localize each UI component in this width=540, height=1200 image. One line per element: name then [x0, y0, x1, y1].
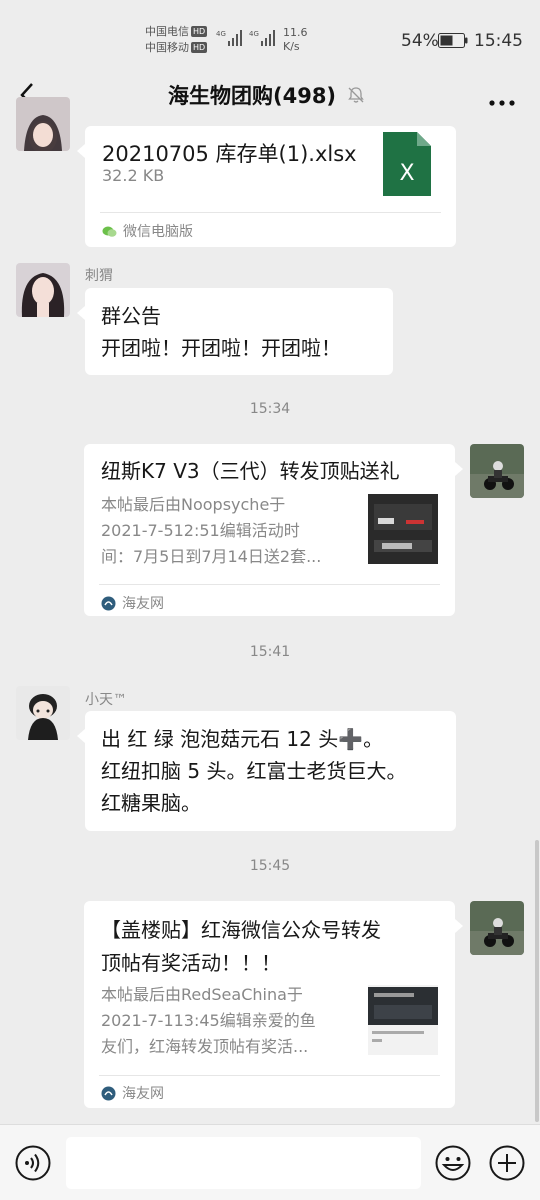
announcement-heading: 群公告 [101, 304, 161, 328]
avatar[interactable] [16, 263, 70, 317]
net-speed-unit: K/s [283, 40, 300, 53]
card-title: 【盖楼贴】红海微信公众号转发 顶帖有奖活动！！！ [101, 914, 381, 980]
emoji-icon [435, 1145, 471, 1181]
message-line: 红纽扣脑 5 头。红富士老货巨大。 [101, 759, 407, 783]
status-clock: 15:45 [474, 31, 523, 51]
carrier-1: 中国电信 [145, 25, 189, 38]
scrollbar[interactable] [535, 840, 539, 1122]
plus-icon [489, 1145, 525, 1181]
announcement-text: 开团啦！开团啦！开团啦！ [101, 336, 341, 360]
time-separator: 15:34 [249, 401, 291, 417]
carrier-info: 中国电信 HD 中国移动 HD [145, 24, 208, 56]
hd-badge: HD [191, 42, 208, 53]
divider [99, 584, 440, 585]
card-title: 纽斯K7 V3（三代）转发顶贴送礼 [101, 459, 400, 483]
file-source-label: 微信电脑版 [123, 224, 193, 240]
text-message[interactable]: 出 红 绿 泡泡菇元石 12 头➕。 红纽扣脑 5 头。红富士老货巨大。 红糖果… [77, 711, 456, 831]
more-dots-icon [489, 100, 515, 106]
time-separator: 15:45 [249, 858, 291, 874]
card-description: 本帖最后由RedSeaChina于 2021-7-113:45编辑亲爱的鱼 友们… [101, 982, 351, 1060]
avatar[interactable] [16, 686, 70, 740]
card-desc-line: 本帖最后由RedSeaChina于 [101, 985, 303, 1004]
card-thumbnail [368, 494, 438, 564]
nav-bar: 海生物团购(498) [0, 64, 540, 124]
card-desc-line: 间：7月5日到7月14日送2套... [101, 547, 322, 566]
card-source: 海友网 [101, 1083, 164, 1103]
message-line: 出 红 绿 泡泡菇元石 12 头➕。 [101, 727, 384, 751]
message-line: 红糖果脑。 [101, 791, 201, 815]
emoji-button[interactable] [435, 1145, 471, 1181]
sender-name: 刺猬 [85, 268, 113, 284]
more-options-button[interactable] [488, 92, 516, 106]
signal-icon: 4G [216, 28, 244, 48]
battery-percent: 54% [401, 31, 439, 51]
site-logo-icon [101, 1086, 116, 1100]
excel-file-icon: X [383, 132, 431, 196]
divider [99, 1075, 440, 1076]
avatar[interactable] [16, 97, 70, 151]
announcement-message[interactable]: 群公告 开团啦！开团啦！开团啦！ [77, 288, 393, 375]
wechat-icon [102, 226, 117, 237]
voice-button[interactable] [15, 1145, 51, 1181]
card-title-line: 【盖楼贴】红海微信公众号转发 [101, 918, 381, 942]
card-desc-line: 2021-7-512:51编辑活动时 [101, 521, 300, 540]
time-separator: 15:41 [249, 644, 291, 660]
card-title-line: 顶帖有奖活动！！！ [101, 951, 281, 975]
card-description: 本帖最后由Noopsyche于 2021-7-512:51编辑活动时 间：7月5… [101, 492, 351, 570]
hd-badge: HD [191, 26, 208, 37]
mute-bell-icon [348, 87, 364, 103]
message-input[interactable] [66, 1137, 421, 1189]
input-bar [0, 1124, 540, 1200]
sender-name: 小天™ [85, 692, 127, 708]
svg-text:4G: 4G [249, 30, 259, 38]
file-message[interactable]: 20210705 库存单(1).xlsx 32.2 KB X 微信电脑版 [77, 126, 456, 247]
card-desc-line: 2021-7-113:45编辑亲爱的鱼 [101, 1011, 316, 1030]
my-avatar[interactable] [470, 444, 524, 498]
battery-icon [438, 33, 468, 48]
site-logo-icon [101, 596, 116, 610]
card-desc-line: 友们，红海转发顶帖有奖活... [101, 1037, 309, 1056]
card-source: 海友网 [101, 593, 164, 613]
excel-icon-letter: X [399, 161, 414, 186]
svg-text:4G: 4G [216, 30, 226, 38]
file-source: 微信电脑版 [102, 221, 193, 241]
net-speed: 11.6 K/s [283, 26, 308, 54]
net-speed-value: 11.6 [283, 26, 308, 39]
link-card[interactable]: 纽斯K7 V3（三代）转发顶贴送礼 本帖最后由Noopsyche于 2021-7… [84, 444, 463, 616]
more-functions-button[interactable] [489, 1145, 525, 1181]
link-card[interactable]: 【盖楼贴】红海微信公众号转发 顶帖有奖活动！！！ 本帖最后由RedSeaChin… [84, 901, 463, 1108]
file-name: 20210705 库存单(1).xlsx [102, 142, 357, 166]
chat-title: 海生物团购(498) [168, 84, 337, 108]
card-source-label: 海友网 [122, 596, 164, 612]
card-desc-line: 本帖最后由Noopsyche于 [101, 495, 286, 514]
my-avatar[interactable] [470, 901, 524, 955]
divider [100, 212, 441, 213]
voice-icon [15, 1145, 51, 1181]
card-source-label: 海友网 [122, 1086, 164, 1102]
file-size: 32.2 KB [102, 166, 165, 185]
chat-title-area: 海生物团购(498) [168, 80, 366, 110]
signal-icon: 4G [249, 28, 277, 48]
card-thumbnail [368, 985, 438, 1055]
carrier-2: 中国移动 [145, 41, 189, 54]
